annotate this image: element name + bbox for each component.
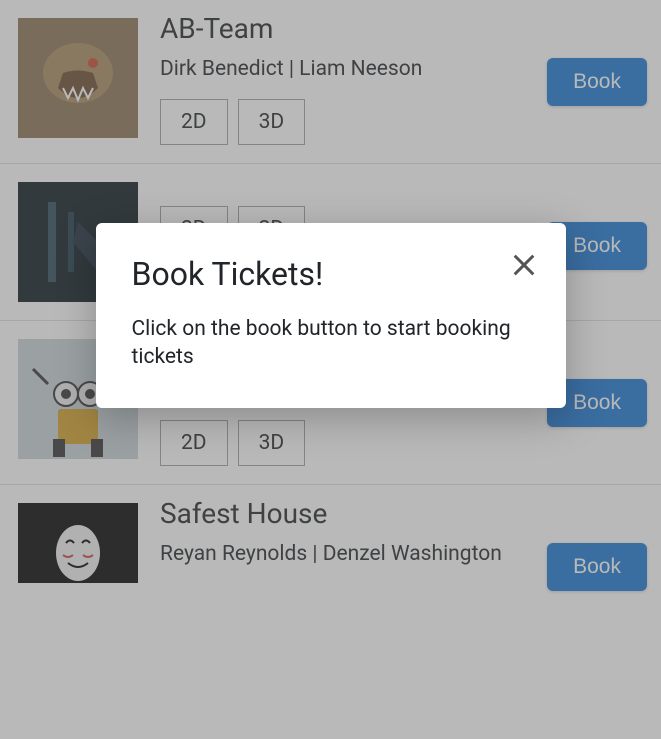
book-tickets-dialog: Book Tickets! Click on the book button t… — [96, 223, 566, 408]
dialog-body: Click on the book button to start bookin… — [132, 315, 530, 372]
close-button[interactable] — [510, 251, 538, 279]
close-icon — [510, 251, 538, 279]
dialog-title: Book Tickets! — [132, 255, 530, 293]
modal-overlay[interactable]: Book Tickets! Click on the book button t… — [0, 0, 661, 739]
